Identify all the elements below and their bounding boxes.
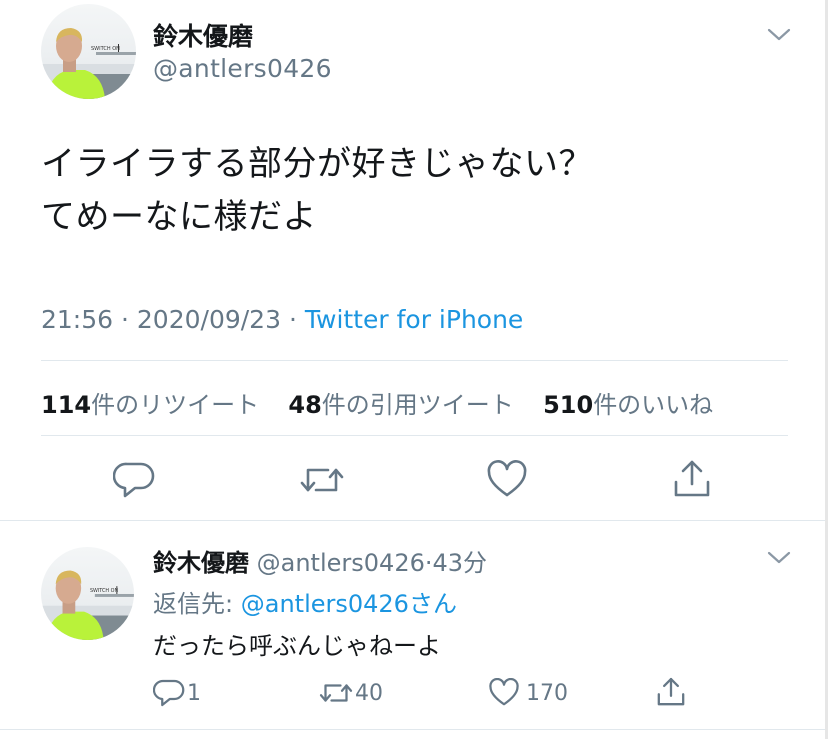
chevron-down-icon [767,551,791,564]
tweet-text: イライラする部分が好きじゃない？ てめーなに様だよ [41,138,593,244]
divider [41,435,788,436]
avatar-photo: SWITCH ON [41,570,134,640]
meta-separator: · [424,549,433,577]
avatar-logo: SWITCH ON [90,588,119,594]
retweets-stat[interactable]: 114件のリツイート [41,391,259,419]
reply-age[interactable]: 43分 [433,549,488,577]
author-avatar[interactable]: SWITCH ON [41,4,136,99]
likes-label: 件のいいね [593,391,714,419]
reply-retweet-button[interactable]: 40 [318,678,383,708]
reply-retweet-count: 40 [355,680,383,706]
divider [41,360,788,361]
reply-count: 1 [187,680,201,706]
retweets-count: 114 [41,391,92,419]
retweets-label: 件のリツイート [91,391,260,419]
replying-to-prefix: 返信先: [153,590,234,618]
reply-author-avatar[interactable]: SWITCH ON [41,547,134,640]
quotes-label: 件の引用ツイート [321,391,514,419]
meta-separator: · [121,305,129,334]
like-button[interactable] [486,460,528,500]
tweet-text-line-1: イライラする部分が好きじゃない？ [41,144,593,184]
likes-stat[interactable]: 510件のいいね [543,391,713,419]
bottom-divider [0,729,828,730]
tweet-menu-caret[interactable] [766,27,792,47]
reply-header: 鈴木優磨 @antlers0426·43分 [153,543,487,578]
reply-menu-caret[interactable] [766,550,792,570]
retweet-icon [300,468,344,492]
retweet-button[interactable] [298,460,346,500]
tweet-text-line-2: てめーなに様だよ [41,197,317,237]
likes-count: 510 [543,391,594,419]
avatar-photo: SWITCH ON [41,28,136,99]
reply-like-button[interactable]: 170 [488,678,568,708]
quotes-count: 48 [288,391,322,419]
reply-button[interactable] [113,460,155,500]
tweet-meta: 21:56 · 2020/09/23 · Twitter for iPhone [41,305,523,334]
replying-to-link[interactable]: @antlers0426さん [241,590,457,618]
tweet-date[interactable]: 2020/09/23 [137,305,281,334]
author-name[interactable]: 鈴木優磨 [153,17,253,53]
replying-to: 返信先: @antlers0426さん [153,584,457,619]
reply-like-count: 170 [526,680,568,706]
heart-icon [487,460,527,497]
retweet-icon [319,684,353,702]
share-button[interactable] [671,458,713,500]
chevron-down-icon [767,28,791,41]
section-divider [0,520,828,521]
reply-text: だったら呼ぶんじゃねーよ [153,632,441,660]
tweet-time[interactable]: 21:56 [41,305,113,334]
reply-author-name[interactable]: 鈴木優磨 [153,549,249,577]
share-icon [657,677,685,706]
reply-icon [153,679,185,707]
author-handle[interactable]: @antlers0426 [153,54,332,83]
tweet-source-link[interactable]: Twitter for iPhone [305,305,523,334]
quotes-stat[interactable]: 48件の引用ツイート [288,391,513,419]
heart-icon [489,678,519,706]
reply-icon [113,462,155,498]
reply-share-button[interactable] [655,676,687,708]
reply-reply-button[interactable]: 1 [153,678,201,708]
reply-author-handle[interactable]: @antlers0426 [257,549,425,577]
tweet-stats: 114件のリツイート 48件の引用ツイート 510件のいいね [41,385,713,420]
avatar-logo: SWITCH ON [91,46,120,52]
meta-separator: · [288,305,297,334]
share-icon [674,460,710,497]
